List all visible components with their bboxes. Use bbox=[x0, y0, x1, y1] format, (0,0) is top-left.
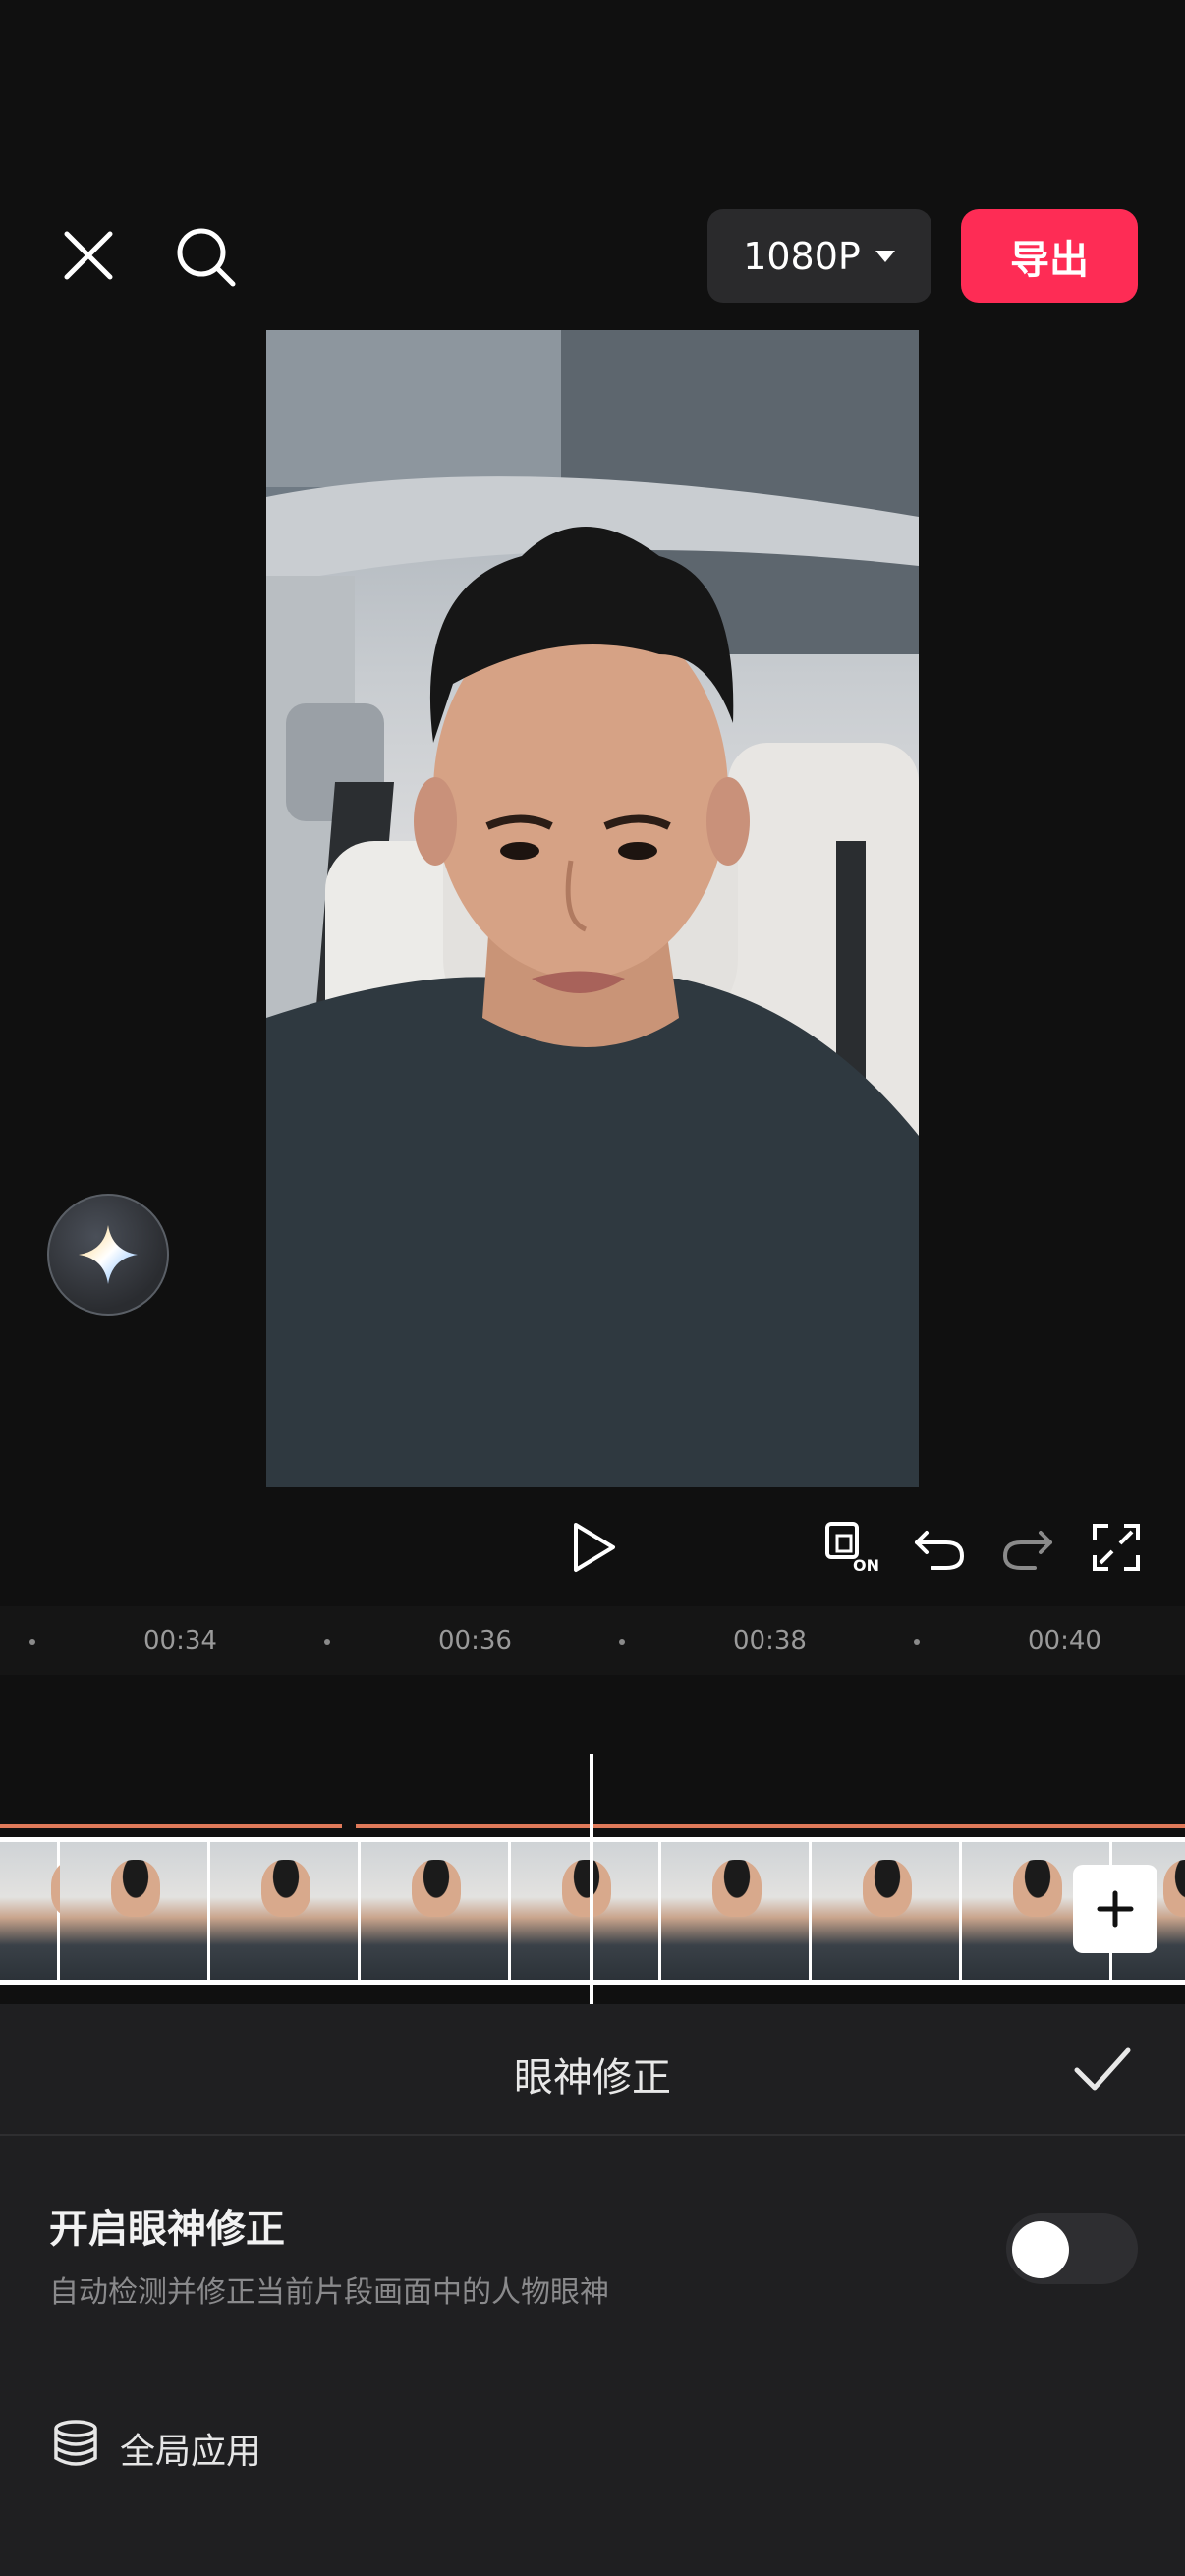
toggle-knob bbox=[1012, 2221, 1069, 2278]
add-clip-button[interactable] bbox=[1073, 1865, 1157, 1953]
audio-waveform-line bbox=[0, 1824, 342, 1828]
tick-dot bbox=[29, 1639, 35, 1645]
option-description: 自动检测并修正当前片段画面中的人物眼神 bbox=[49, 2275, 609, 2310]
layers-icon[interactable] bbox=[51, 2419, 100, 2468]
clip-thumbnail bbox=[511, 1842, 661, 1980]
check-icon[interactable] bbox=[1071, 2042, 1134, 2097]
clip-thumbnail bbox=[0, 1842, 100, 1980]
preview-frame-image bbox=[266, 330, 919, 1487]
caret-down-icon bbox=[875, 250, 895, 262]
sparkle-icon bbox=[79, 1225, 138, 1284]
keyframe-on-icon[interactable]: ON bbox=[821, 1518, 884, 1577]
clip-thumbnail bbox=[210, 1842, 361, 1980]
resolution-label: 1080P bbox=[743, 234, 861, 278]
tick-dot bbox=[914, 1639, 920, 1645]
tick-label: 00:36 bbox=[438, 1626, 512, 1655]
video-preview[interactable] bbox=[266, 330, 919, 1487]
fullscreen-icon[interactable] bbox=[1085, 1518, 1148, 1577]
close-icon[interactable] bbox=[54, 221, 123, 290]
tick-label: 00:38 bbox=[733, 1626, 807, 1655]
play-icon[interactable] bbox=[560, 1518, 629, 1577]
clip-thumbnail bbox=[812, 1842, 962, 1980]
tick-label: 00:34 bbox=[143, 1626, 217, 1655]
clip-thumbnail bbox=[661, 1842, 812, 1980]
plus-icon bbox=[1097, 1890, 1134, 1928]
clip-thumbnail bbox=[60, 1842, 210, 1980]
global-apply-button[interactable]: 全局应用 bbox=[120, 2423, 261, 2474]
option-title: 开启眼神修正 bbox=[49, 2207, 285, 2252]
export-button[interactable]: 导出 bbox=[961, 209, 1138, 303]
tick-dot bbox=[619, 1639, 625, 1645]
clip-thumbnail bbox=[361, 1842, 511, 1980]
svg-text:ON: ON bbox=[853, 1556, 879, 1575]
ai-sparkle-button[interactable] bbox=[47, 1194, 169, 1316]
undo-icon[interactable] bbox=[908, 1518, 971, 1577]
search-icon[interactable] bbox=[167, 218, 246, 297]
resolution-dropdown[interactable]: 1080P bbox=[707, 209, 931, 303]
tick-dot bbox=[324, 1639, 330, 1645]
redo-icon[interactable] bbox=[996, 1518, 1059, 1577]
tick-label: 00:40 bbox=[1028, 1626, 1101, 1655]
panel-title: 眼神修正 bbox=[514, 2055, 671, 2100]
playhead[interactable] bbox=[590, 1754, 593, 2004]
audio-waveform-line bbox=[356, 1824, 1185, 1828]
